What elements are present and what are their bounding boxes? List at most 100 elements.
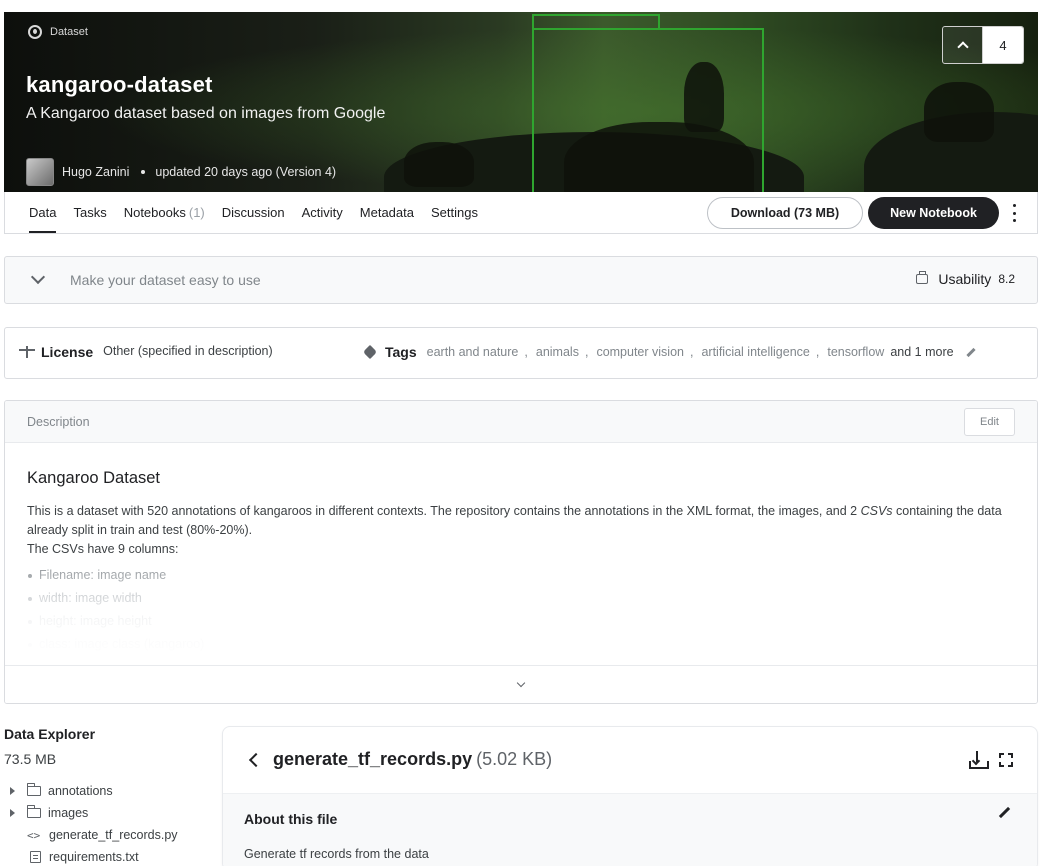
paragraph-emphasis: CSVs bbox=[860, 504, 893, 518]
banner-kangaroo-shape bbox=[404, 142, 474, 187]
column-name: height bbox=[39, 614, 74, 628]
tag-link[interactable]: artificial intelligence bbox=[701, 345, 809, 359]
upvote-widget: 4 bbox=[942, 26, 1024, 64]
tag-link[interactable]: earth and nature bbox=[427, 345, 519, 359]
tab-data[interactable]: Data bbox=[29, 192, 57, 233]
globe-icon bbox=[28, 25, 42, 39]
expand-description-button[interactable] bbox=[5, 665, 1037, 703]
license-label: License bbox=[41, 344, 94, 360]
tab-label: Tasks bbox=[73, 205, 107, 220]
list-item: Filename: image name bbox=[27, 564, 1015, 587]
briefcase-icon bbox=[916, 271, 929, 284]
usability-label: Usability bbox=[938, 271, 992, 287]
fullscreen-icon[interactable] bbox=[999, 753, 1013, 767]
usability-panel[interactable]: Make your dataset easy to use Usability … bbox=[4, 256, 1038, 304]
dataset-title: kangaroo-dataset bbox=[26, 72, 213, 97]
data-explorer: Data Explorer 73.5 MB annotations images… bbox=[4, 726, 204, 866]
tag-link[interactable]: tensorflow bbox=[827, 345, 884, 359]
list-item: class: image class (kangaroo) bbox=[27, 633, 1015, 656]
dataset-subtitle: A Kangaroo dataset based on images from … bbox=[26, 105, 386, 122]
tab-list: Data Tasks Notebooks (1) Discussion Activ… bbox=[29, 192, 478, 233]
file-tree: annotations images <> generate_tf_record… bbox=[4, 780, 204, 866]
license-group: License Other (specified in description) bbox=[19, 344, 273, 360]
usability-score: 8.2 bbox=[998, 272, 1015, 286]
tree-item-label: generate_tf_records.py bbox=[49, 828, 178, 842]
folder-icon bbox=[26, 805, 41, 818]
tab-label: Metadata bbox=[359, 205, 414, 220]
pencil-icon[interactable] bbox=[965, 347, 976, 357]
tab-metadata[interactable]: Metadata bbox=[360, 192, 414, 233]
chevron-down-icon bbox=[516, 678, 526, 687]
data-explorer-title: Data Explorer bbox=[4, 726, 96, 742]
caret-right-icon[interactable] bbox=[10, 809, 15, 817]
usability-prompt: Make your dataset easy to use bbox=[70, 272, 261, 288]
license-value: Other (specified in description) bbox=[103, 343, 273, 358]
data-explorer-size: 73.5 MB bbox=[4, 751, 57, 767]
chevron-left-icon[interactable] bbox=[248, 752, 264, 768]
chevron-up-icon bbox=[956, 41, 969, 53]
tab-notebooks[interactable]: Notebooks (1) bbox=[124, 192, 205, 233]
download-button[interactable]: Download (73 MB) bbox=[707, 197, 863, 229]
column-name: Filename bbox=[39, 568, 91, 582]
tag-link[interactable]: computer vision bbox=[596, 345, 684, 359]
description-heading: Kangaroo Dataset bbox=[27, 469, 161, 487]
list-item: width: image width bbox=[27, 587, 1015, 610]
tab-settings[interactable]: Settings bbox=[431, 192, 478, 233]
banner-bounding-box bbox=[532, 28, 764, 192]
tab-label: Data bbox=[29, 205, 57, 220]
upvote-button[interactable] bbox=[943, 27, 983, 63]
tab-bar: Data Tasks Notebooks (1) Discussion Activ… bbox=[4, 192, 1038, 234]
column-name: width bbox=[39, 591, 69, 605]
folder-icon bbox=[26, 783, 41, 796]
file-preview-panel: generate_tf_records.py (5.02 KB) About th… bbox=[222, 726, 1038, 866]
tree-item-label: images bbox=[48, 806, 89, 820]
separator-dot bbox=[141, 170, 146, 174]
tree-item-label: requirements.txt bbox=[49, 850, 139, 864]
scale-icon bbox=[19, 346, 35, 358]
description-panel: Description Edit Kangaroo Dataset This i… bbox=[4, 400, 1038, 704]
document-icon bbox=[30, 851, 41, 863]
column-name: class bbox=[39, 637, 68, 651]
author-row: Hugo Zanini updated 20 days ago (Version… bbox=[26, 158, 336, 186]
description-body: Kangaroo Dataset This is a dataset with … bbox=[5, 443, 1037, 656]
file-preview-header: generate_tf_records.py (5.02 KB) bbox=[223, 727, 1037, 793]
description-header-label: Description bbox=[27, 415, 90, 429]
license-tags-panel: License Other (specified in description)… bbox=[4, 327, 1038, 379]
avatar[interactable] bbox=[26, 158, 54, 186]
tree-item-images[interactable]: images bbox=[4, 802, 204, 824]
tree-item-requirements[interactable]: requirements.txt bbox=[4, 846, 204, 866]
edit-description-button[interactable]: Edit bbox=[964, 408, 1015, 436]
chevron-down-icon[interactable] bbox=[30, 269, 46, 285]
column-desc: : image width bbox=[68, 591, 142, 605]
new-notebook-button[interactable]: New Notebook bbox=[868, 197, 999, 229]
dataset-type-label: Dataset bbox=[28, 25, 88, 39]
tab-activity[interactable]: Activity bbox=[302, 192, 343, 233]
tree-item-annotations[interactable]: annotations bbox=[4, 780, 204, 802]
banner-bounding-box bbox=[532, 14, 660, 30]
tab-discussion[interactable]: Discussion bbox=[222, 192, 285, 233]
file-name: generate_tf_records.py bbox=[273, 749, 473, 769]
tags-more-link[interactable]: and 1 more bbox=[890, 345, 953, 359]
more-options-icon[interactable] bbox=[1011, 204, 1017, 222]
updated-text: updated 20 days ago (Version 4) bbox=[155, 165, 337, 179]
author-name[interactable]: Hugo Zanini bbox=[62, 165, 129, 179]
banner-kangaroo-shape bbox=[924, 82, 994, 142]
code-icon: <> bbox=[27, 828, 41, 842]
caret-right-icon[interactable] bbox=[10, 787, 15, 795]
tab-label: Activity bbox=[301, 205, 343, 220]
tags-group: Tags earth and nature, animals, computer… bbox=[362, 344, 976, 360]
tab-count: (1) bbox=[188, 205, 205, 220]
tab-tasks[interactable]: Tasks bbox=[73, 192, 106, 233]
column-desc: : image name bbox=[90, 568, 167, 582]
list-item: height: image height bbox=[27, 610, 1015, 633]
tree-item-label: annotations bbox=[48, 784, 113, 798]
dataset-header-banner: Dataset kangaroo-dataset A Kangaroo data… bbox=[4, 12, 1038, 192]
dataset-type-text: Dataset bbox=[50, 26, 88, 38]
tag-link[interactable]: animals bbox=[536, 345, 579, 359]
pencil-icon[interactable] bbox=[998, 806, 1011, 819]
description-header: Description Edit bbox=[5, 401, 1037, 443]
tab-label: Discussion bbox=[221, 205, 285, 220]
tree-item-generate-tf-records[interactable]: <> generate_tf_records.py bbox=[4, 824, 204, 846]
paragraph-text: This is a dataset with 520 annotations o… bbox=[27, 504, 861, 518]
about-file-section: About this file Generate tf records from… bbox=[223, 793, 1037, 866]
